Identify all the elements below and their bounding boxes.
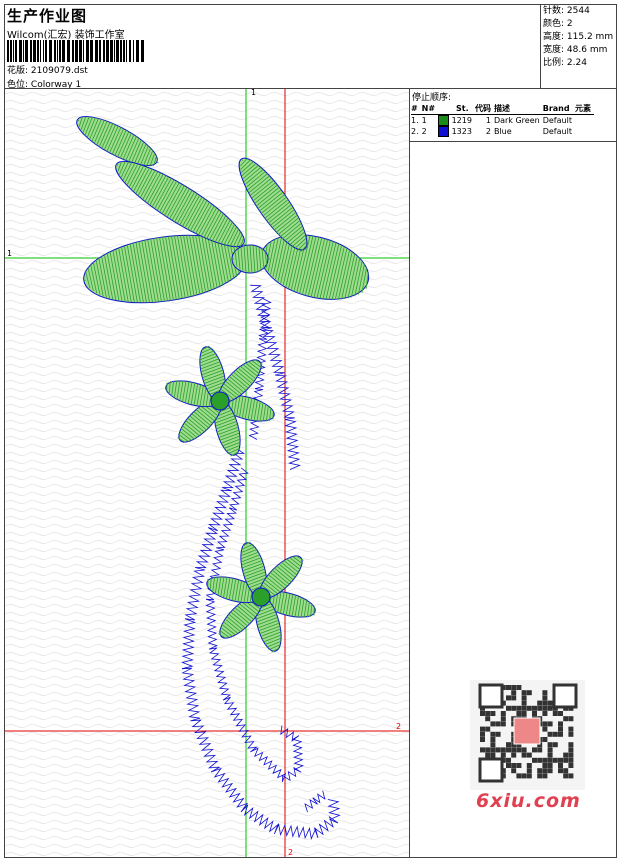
height-value: 115.2 mm <box>566 32 614 42</box>
table-row[interactable]: 1. 1 1219 1 Dark Green Default <box>411 115 594 126</box>
stat-width: 宽度: 48.6 mm <box>543 45 608 55</box>
col-brand: Brand <box>542 103 575 115</box>
embroidery-preview: 1 1 2 2 <box>5 89 409 857</box>
col-st: St. <box>438 103 475 115</box>
color-count: 2 <box>566 19 573 29</box>
stat-scale: 比例: 2.24 <box>543 58 587 68</box>
design-label: 花版: <box>7 66 29 76</box>
col-n: N# <box>421 103 439 115</box>
stop-sequence-panel: 停止顺序: # N# St. 代码 描述 Brand 元素 1. 1 1219 … <box>410 89 616 142</box>
scale-value: 2.24 <box>566 58 587 68</box>
guide-label-2-bottom: 2 <box>288 848 293 857</box>
stat-height: 高度: 115.2 mm <box>543 32 614 42</box>
stat-colors: 颜色: 2 <box>543 19 573 29</box>
table-row[interactable]: 2. 2 1323 2 Blue Default <box>411 126 594 137</box>
table-header-row: # N# St. 代码 描述 Brand 元素 <box>411 103 594 115</box>
col-desc: 描述 <box>493 103 543 115</box>
col-element: 元素 <box>574 103 594 115</box>
design-field: 花版: 2109079.dst <box>7 63 88 76</box>
page-title: 生产作业图 <box>7 7 88 25</box>
panel-divider <box>409 89 410 857</box>
stitch-count: 2544 <box>566 6 590 16</box>
col-code: 代码 <box>474 103 494 115</box>
color-swatch <box>438 126 450 137</box>
stop-sequence-title: 停止顺序: <box>412 93 452 103</box>
company-name: Wilcom(汇宏) 装饰工作室 <box>7 30 125 41</box>
stat-stitches: 针数: 2544 <box>543 6 590 16</box>
design-canvas[interactable]: 1 1 2 2 <box>5 89 409 857</box>
watermark-text: 6xiu.com <box>476 790 581 812</box>
panel-table-divider <box>410 141 616 142</box>
stop-sequence-table: # N# St. 代码 描述 Brand 元素 1. 1 1219 1 Dark… <box>411 103 594 137</box>
stats-block: 针数: 2544 颜色: 2 高度: 115.2 mm 宽度: 48.6 mm … <box>543 5 613 70</box>
col-idx: # <box>411 103 422 115</box>
width-value: 48.6 mm <box>566 45 608 55</box>
color-swatch <box>438 115 450 126</box>
barcode <box>7 40 144 62</box>
guide-label-2-right: 2 <box>396 722 401 731</box>
guide-label-1-top: 1 <box>251 89 256 97</box>
header-left: 生产作业图 Wilcom(汇宏) 装饰工作室 花版: 2109079.dst 色… <box>5 5 540 90</box>
guide-label-1-left: 1 <box>7 249 12 258</box>
design-value: 2109079.dst <box>30 66 88 76</box>
header-divider <box>540 4 541 88</box>
